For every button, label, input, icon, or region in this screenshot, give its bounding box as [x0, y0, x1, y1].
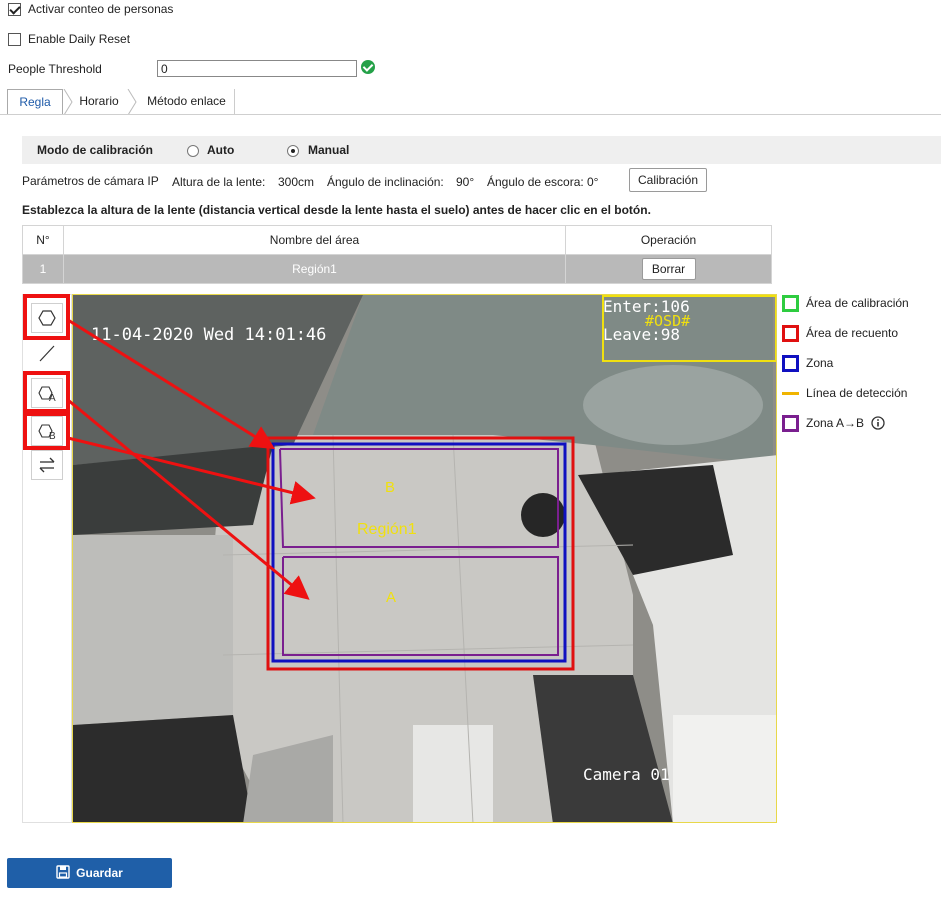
camera-view[interactable]: 11-04-2020 Wed 14:01:46 Enter:106 #OSD# … — [72, 294, 777, 823]
legend-swatch — [782, 355, 799, 372]
drawing-toolbar: A B — [22, 294, 72, 823]
valid-check-icon — [361, 60, 375, 74]
lens-instruction: Establezca la altura de la lente (distan… — [22, 203, 651, 217]
row-area-name: Región1 — [63, 254, 566, 284]
line-tool-button[interactable] — [31, 338, 63, 368]
row-number: 1 — [22, 254, 64, 284]
radio-manual-label: Manual — [308, 143, 350, 157]
table-row[interactable]: 1 Región1 Borrar — [22, 254, 772, 284]
save-icon — [56, 865, 70, 879]
polygon-a-tool-button[interactable]: A — [31, 378, 63, 408]
legend-label: Línea de detección — [806, 386, 908, 400]
tab-horario[interactable]: Horario — [73, 89, 125, 115]
legend-label: Zona — [806, 356, 834, 370]
radio-auto-label: Auto — [207, 143, 235, 157]
polygon-tool-button[interactable] — [31, 303, 63, 333]
threshold-input[interactable] — [157, 60, 357, 77]
radio-manual[interactable] — [287, 145, 299, 157]
roll-value: 0° — [587, 175, 599, 189]
table-header-operation: Operación — [565, 225, 772, 255]
leave-count-overlay: Leave:98 — [603, 325, 681, 344]
legend-swatch — [782, 392, 799, 395]
tab-regla[interactable]: Regla — [7, 89, 63, 115]
timestamp-overlay: 11-04-2020 Wed 14:01:46 — [91, 325, 327, 345]
legend-swatch — [782, 325, 799, 342]
threshold-label: People Threshold — [8, 62, 102, 76]
lens-height-label: Altura de la lente: — [172, 175, 266, 189]
tilt-value: 90° — [456, 175, 475, 189]
tab-separator-icon — [127, 89, 137, 115]
polygon-a-icon: A — [38, 386, 56, 404]
calibration-mode-label: Modo de calibración — [37, 143, 154, 157]
zone-a-label: A — [386, 589, 397, 606]
legend-swatch — [782, 415, 799, 432]
info-icon[interactable] — [871, 416, 885, 430]
tabs-divider — [0, 114, 941, 115]
area-table: N° Nombre del área Operación 1 Región1 B… — [22, 225, 772, 284]
counting-label: Activar conteo de personas — [28, 2, 174, 16]
camera-scene — [73, 295, 776, 822]
save-button[interactable]: Guardar — [7, 858, 172, 888]
radio-auto[interactable] — [187, 145, 199, 157]
line-icon — [39, 345, 55, 362]
polygon-icon — [38, 310, 56, 326]
lens-height-value: 300cm — [278, 175, 315, 189]
roll-label: Ángulo de escora: — [487, 175, 584, 189]
polygon-b-tool-button[interactable]: B — [31, 416, 63, 446]
svg-text:B: B — [49, 431, 56, 442]
table-header-number: N° — [22, 225, 64, 255]
daily-reset-label: Enable Daily Reset — [28, 32, 131, 46]
swap-direction-button[interactable] — [31, 450, 63, 480]
counting-checkbox[interactable] — [8, 3, 21, 16]
legend-swatch — [782, 295, 799, 312]
camera-params-label: Parámetros de cámara IP — [22, 174, 159, 188]
save-button-label: Guardar — [76, 866, 123, 880]
calibration-button[interactable]: Calibración — [629, 168, 707, 192]
legend-label: Área de calibración — [806, 296, 909, 310]
polygon-b-icon: B — [38, 424, 56, 442]
tab-separator-icon — [63, 89, 73, 115]
swap-direction-icon — [39, 457, 55, 473]
legend-label: Área de recuento — [806, 326, 899, 340]
row-operation-cell: Borrar — [565, 254, 772, 284]
delete-button[interactable]: Borrar — [641, 258, 696, 280]
region-label: Región1 — [357, 521, 417, 538]
tilt-label: Ángulo de inclinación: — [327, 175, 444, 189]
calibration-mode-bar: Modo de calibración Auto Manual — [22, 136, 941, 164]
camera-name-overlay: Camera 01 — [583, 765, 670, 784]
daily-reset-checkbox[interactable] — [8, 33, 21, 46]
legend-label: Zona A→B — [806, 416, 865, 430]
table-header-name: Nombre del área — [63, 225, 566, 255]
zone-b-label: B — [385, 479, 396, 496]
tab-metodo-enlace[interactable]: Método enlace — [139, 89, 235, 115]
svg-text:A: A — [49, 393, 56, 404]
